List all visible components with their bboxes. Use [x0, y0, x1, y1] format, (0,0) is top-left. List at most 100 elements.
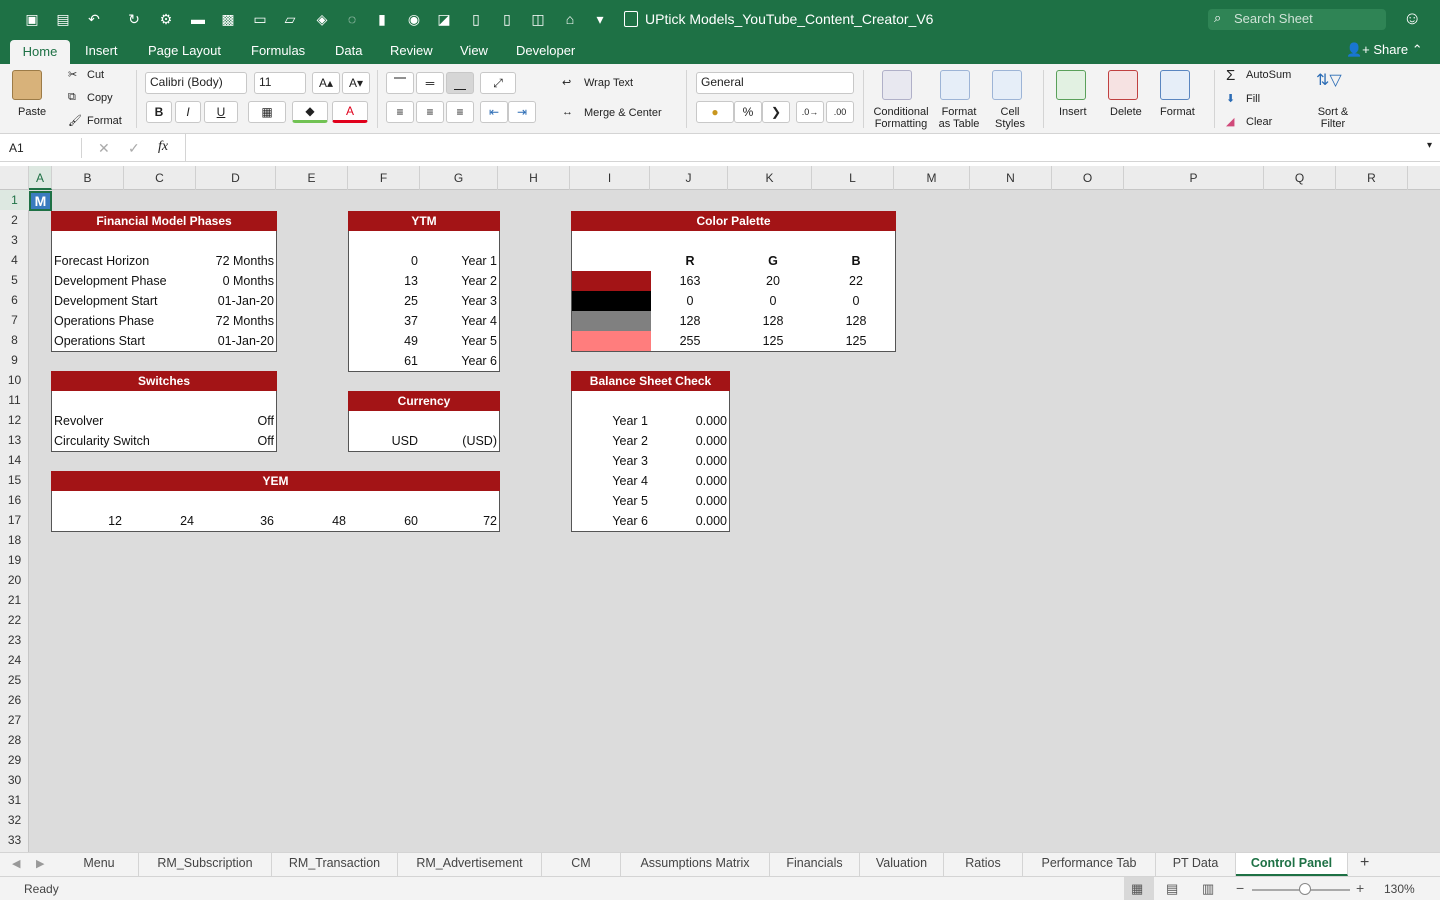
scroll-tabs-right-icon[interactable]: ▶ — [36, 857, 44, 870]
redo-icon[interactable]: ↻ — [124, 9, 144, 29]
column-header-r[interactable]: R — [1336, 166, 1408, 190]
copy-icon[interactable]: ⧉ — [68, 91, 76, 104]
format-cells-icon[interactable] — [1160, 70, 1190, 100]
bs-check-value[interactable]: 0.000 — [650, 451, 727, 471]
switch-value[interactable]: Off — [200, 411, 274, 431]
row-header-10[interactable]: 10 — [0, 370, 29, 390]
cancel-icon[interactable]: ✕ — [98, 140, 110, 157]
row-header-9[interactable]: 9 — [0, 350, 29, 370]
yem-value[interactable]: 36 — [214, 511, 274, 531]
enter-icon[interactable]: ✓ — [128, 140, 140, 157]
align-bottom-icon[interactable]: ⎽ — [446, 72, 474, 94]
tab-review[interactable]: Review — [390, 43, 433, 58]
column-header-n[interactable]: N — [970, 166, 1052, 190]
decrease-decimal-icon[interactable]: .00 — [826, 101, 854, 123]
sort-filter-icon[interactable]: ⇅▽ — [1316, 70, 1342, 90]
row-header-26[interactable]: 26 — [0, 690, 29, 710]
wrap-text-icon[interactable]: ↩ — [562, 76, 571, 89]
column-header-a[interactable]: A — [29, 166, 52, 190]
sheet-tab-valuation[interactable]: Valuation — [860, 853, 944, 876]
row-header-16[interactable]: 16 — [0, 490, 29, 510]
row-header-4[interactable]: 4 — [0, 250, 29, 270]
row-header-31[interactable]: 31 — [0, 790, 29, 810]
toolbar-icon-7[interactable]: ◉ — [404, 9, 424, 29]
conditional-formatting-button[interactable]: Conditional Formatting — [868, 106, 934, 130]
row-header-15[interactable]: 15 — [0, 470, 29, 490]
increase-indent-icon[interactable]: ⇥ — [508, 101, 536, 123]
bs-check-value[interactable]: 0.000 — [650, 511, 727, 531]
yem-value[interactable]: 24 — [134, 511, 194, 531]
row-header-21[interactable]: 21 — [0, 590, 29, 610]
font-color-icon[interactable]: A — [332, 101, 368, 123]
switch-value[interactable]: Off — [200, 431, 274, 451]
toolbar-icon-2[interactable]: ▩ — [218, 9, 238, 29]
page-break-view-icon[interactable]: ▥ — [1202, 881, 1214, 897]
selected-cell-a1[interactable]: M — [29, 191, 52, 211]
row-header-2[interactable]: 2 — [0, 210, 29, 230]
sheet-tab-performance-tab[interactable]: Performance Tab — [1023, 853, 1156, 876]
column-header-o[interactable]: O — [1052, 166, 1124, 190]
insert-cells-icon[interactable] — [1056, 70, 1086, 100]
toolbar-icon-5[interactable]: ◈ — [312, 9, 332, 29]
column-header-m[interactable]: M — [894, 166, 970, 190]
toolbar-icon-10[interactable]: ▯ — [497, 9, 517, 29]
row-header-8[interactable]: 8 — [0, 330, 29, 350]
accounting-format-icon[interactable]: ● — [696, 101, 734, 123]
row-header-18[interactable]: 18 — [0, 530, 29, 550]
yem-value[interactable]: 60 — [358, 511, 418, 531]
bs-check-value[interactable]: 0.000 — [650, 491, 727, 511]
row-header-17[interactable]: 17 — [0, 510, 29, 530]
bs-check-value[interactable]: 0.000 — [650, 431, 727, 451]
sheet-tab-financials[interactable]: Financials — [770, 853, 860, 876]
ytm-number[interactable]: 0 — [350, 251, 418, 271]
align-right-icon[interactable]: ≡ — [446, 101, 474, 123]
delete-cells-button[interactable]: Delete — [1110, 106, 1142, 118]
column-header-b[interactable]: B — [52, 166, 124, 190]
font-name-select[interactable]: Calibri (Body) — [145, 72, 247, 94]
phases-value[interactable]: 01-Jan-20 — [160, 291, 274, 311]
sheet-tab-control-panel[interactable]: Control Panel — [1236, 853, 1348, 876]
font-size-select[interactable]: 11 — [254, 72, 306, 94]
align-middle-icon[interactable]: ═ — [416, 72, 444, 94]
ytm-number[interactable]: 61 — [350, 351, 418, 371]
add-sheet-icon[interactable]: + — [1360, 854, 1369, 872]
sidebar-toggle-icon[interactable]: ▣ — [22, 9, 42, 29]
column-header-q[interactable]: Q — [1264, 166, 1336, 190]
yem-value[interactable]: 48 — [286, 511, 346, 531]
merge-center-icon[interactable]: ↔ — [562, 106, 573, 118]
fill-icon[interactable]: ⬇ — [1226, 92, 1235, 105]
tab-formulas[interactable]: Formulas — [251, 43, 305, 58]
format-as-table-button[interactable]: Format as Table — [934, 106, 984, 130]
tab-insert[interactable]: Insert — [85, 43, 118, 58]
row-header-14[interactable]: 14 — [0, 450, 29, 470]
column-header-j[interactable]: J — [650, 166, 728, 190]
toolbar-icon-8[interactable]: ◪ — [434, 9, 454, 29]
ytm-number[interactable]: 13 — [350, 271, 418, 291]
zoom-out-icon[interactable]: − — [1236, 880, 1244, 896]
decrease-font-icon[interactable]: A▾ — [342, 72, 370, 94]
undo-icon[interactable]: ↶ — [84, 9, 104, 29]
customize-icon[interactable]: ⚙ — [156, 9, 176, 29]
italic-button[interactable]: I — [175, 101, 201, 123]
eraser-icon[interactable]: ◢ — [1226, 115, 1234, 128]
number-format-select[interactable]: General — [696, 72, 854, 94]
palette-b-value[interactable]: 128 — [816, 311, 896, 331]
feedback-smiley-icon[interactable]: ☺ — [1403, 8, 1421, 29]
palette-swatch[interactable] — [572, 331, 651, 351]
palette-r-value[interactable]: 128 — [650, 311, 730, 331]
row-header-30[interactable]: 30 — [0, 770, 29, 790]
row-header-6[interactable]: 6 — [0, 290, 29, 310]
sheet-tab-rm-transaction[interactable]: RM_Transaction — [272, 853, 398, 876]
select-all-corner[interactable] — [0, 166, 29, 190]
palette-g-value[interactable]: 0 — [733, 291, 813, 311]
borders-icon[interactable]: ▦ — [248, 101, 286, 123]
row-header-3[interactable]: 3 — [0, 230, 29, 250]
percent-style-button[interactable]: % — [734, 101, 762, 123]
row-header-20[interactable]: 20 — [0, 570, 29, 590]
row-header-23[interactable]: 23 — [0, 630, 29, 650]
row-header-7[interactable]: 7 — [0, 310, 29, 330]
page-layout-view-icon[interactable]: ▤ — [1166, 881, 1178, 897]
delete-cells-icon[interactable] — [1108, 70, 1138, 100]
row-header-33[interactable]: 33 — [0, 830, 29, 850]
decrease-indent-icon[interactable]: ⇤ — [480, 101, 508, 123]
